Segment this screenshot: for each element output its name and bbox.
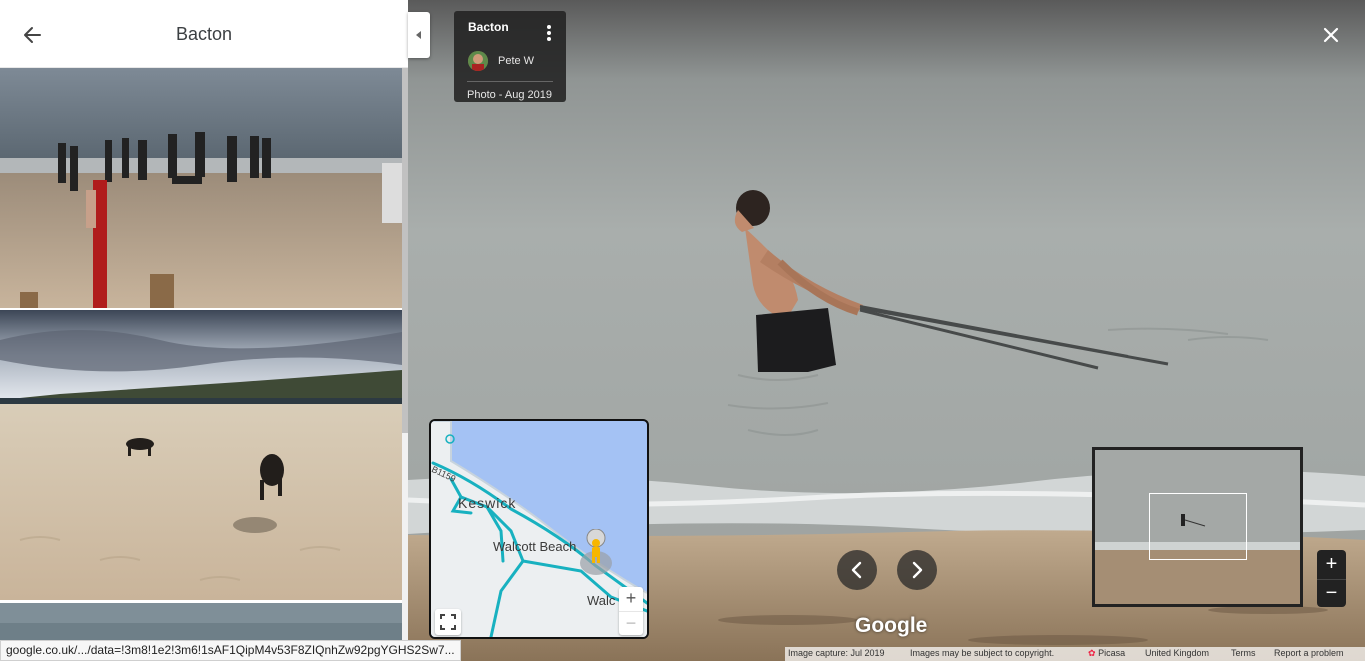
close-icon xyxy=(1323,27,1339,43)
map-label-keswick: Keswick xyxy=(458,495,517,511)
minimap-zoom-control: + − xyxy=(619,587,643,635)
more-vert-icon xyxy=(547,25,551,41)
minimap-zoom-in-button[interactable]: + xyxy=(619,587,643,611)
picasa-attribution[interactable]: ✿ Picasa xyxy=(1088,648,1125,659)
google-logo: Google xyxy=(855,614,928,637)
zoom-in-button[interactable]: + xyxy=(1317,550,1346,578)
map-label-walc: Walc xyxy=(587,593,616,608)
photo-list-panel: Bacton xyxy=(0,0,408,661)
chevron-left-icon xyxy=(851,561,862,579)
pegman-icon[interactable] xyxy=(585,529,607,563)
region-link[interactable]: United Kingdom xyxy=(1145,648,1209,658)
chevron-right-icon xyxy=(912,561,923,579)
viewport-frame[interactable] xyxy=(1149,493,1247,560)
report-problem-link[interactable]: Report a problem xyxy=(1274,648,1344,658)
viewer-zoom-control: + − xyxy=(1317,550,1346,607)
collapse-panel-button[interactable] xyxy=(408,12,430,58)
fullscreen-icon xyxy=(440,614,456,630)
close-viewer-button[interactable] xyxy=(1318,22,1344,48)
photo-thumbnail-people-on-beach[interactable] xyxy=(0,68,402,308)
map-label-walcott-beach: Walcott Beach xyxy=(493,539,577,554)
photo-thumbnail-dogs-on-beach[interactable] xyxy=(0,310,402,600)
photo-date: Photo - Aug 2019 xyxy=(467,89,553,101)
arrow-left-icon xyxy=(24,27,41,43)
photo-overview-thumbnail[interactable] xyxy=(1092,447,1303,607)
avatar-image xyxy=(468,51,488,71)
zoom-out-button[interactable]: − xyxy=(1317,579,1346,607)
photo-info-card: Bacton Pete W Photo - Aug 2019 xyxy=(454,11,566,102)
caret-left-icon xyxy=(416,31,421,39)
author-name[interactable]: Pete W xyxy=(498,55,534,67)
picasa-label: Picasa xyxy=(1098,648,1126,658)
photo-place-title[interactable]: Bacton xyxy=(468,20,509,34)
terms-link[interactable]: Terms xyxy=(1231,648,1256,658)
status-bar-url: google.co.uk/.../data=!3m8!1e2!3m6!1sAF1… xyxy=(0,640,461,661)
more-options-button[interactable] xyxy=(544,24,554,42)
attribution-footer: Image capture: Jul 2019 Images may be su… xyxy=(785,647,1365,661)
author-avatar[interactable] xyxy=(468,51,488,71)
image-capture-date: Image capture: Jul 2019 xyxy=(788,648,885,658)
divider xyxy=(467,81,553,82)
next-photo-button[interactable] xyxy=(897,550,937,590)
copyright-notice: Images may be subject to copyright. xyxy=(910,648,1055,658)
panel-header: Bacton xyxy=(0,0,408,68)
previous-photo-button[interactable] xyxy=(837,550,877,590)
back-button[interactable] xyxy=(18,22,46,48)
minimap-zoom-out-button[interactable]: − xyxy=(619,611,643,635)
minimap-fullscreen-button[interactable] xyxy=(435,609,461,635)
minimap[interactable]: B1159 Keswick Walcott Beach Walc + − xyxy=(429,419,649,639)
panel-title: Bacton xyxy=(175,24,233,44)
beach-dogs-image xyxy=(0,310,402,600)
picasa-icon: ✿ xyxy=(1088,648,1096,658)
beach-group-image xyxy=(0,68,402,308)
